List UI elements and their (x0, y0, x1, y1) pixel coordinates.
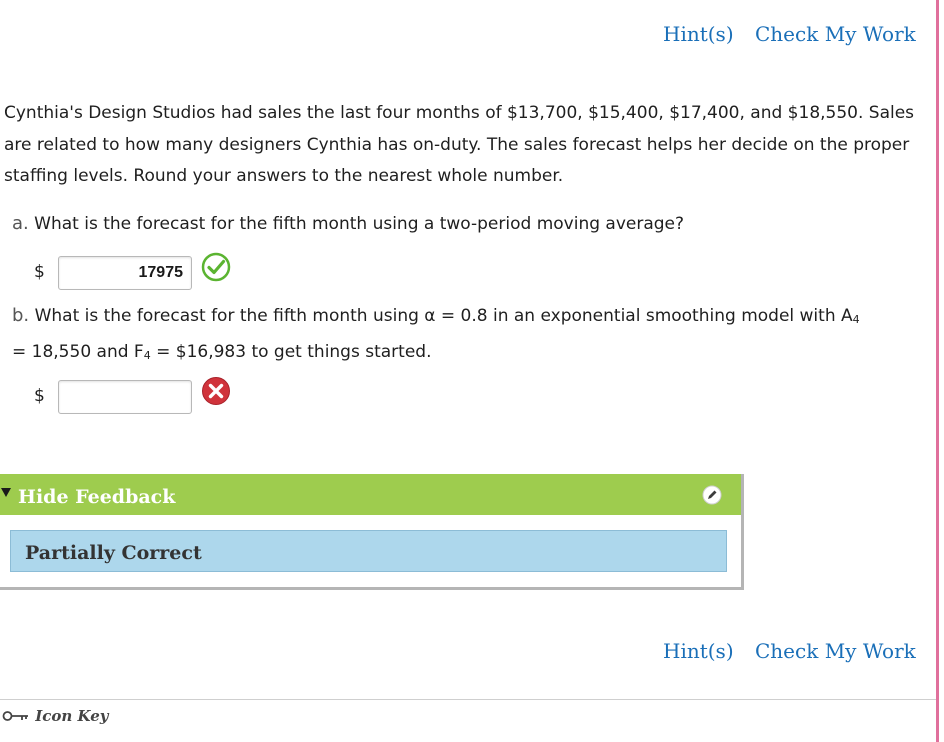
hints-link-bottom[interactable]: Hint(s) (663, 639, 734, 663)
question-b-text-3: = $16,983 to get things started. (150, 342, 432, 362)
pencil-icon (702, 485, 722, 505)
feedback-result: Partially Correct (10, 530, 727, 572)
icon-key-label: Icon Key (35, 707, 109, 725)
check-my-work-link-bottom[interactable]: Check My Work (755, 639, 916, 663)
page-edge-accent (936, 0, 939, 742)
footer-divider (0, 699, 936, 700)
feedback-title: Hide Feedback (18, 486, 176, 508)
answer-a-input[interactable] (58, 256, 192, 290)
feedback-panel: Hide Feedback Partially Correct (0, 474, 744, 590)
x-circle-icon (202, 377, 230, 405)
question-b-sub-1: 4 (852, 313, 860, 326)
feedback-result-text: Partially Correct (25, 542, 202, 564)
triangle-down-icon (1, 488, 11, 497)
check-my-work-link[interactable]: Check My Work (755, 22, 916, 46)
problem-statement: Cynthia's Design Studios had sales the l… (4, 103, 915, 186)
currency-symbol: $ (34, 262, 45, 282)
key-icon (2, 711, 28, 721)
hide-feedback-toggle[interactable]: Hide Feedback (0, 474, 741, 515)
currency-symbol: $ (34, 386, 45, 406)
check-circle-icon (201, 252, 231, 282)
question-a-letter: a. (12, 213, 29, 234)
answer-b-input[interactable] (58, 380, 192, 414)
question-b-letter: b. (12, 305, 30, 326)
question-a: a. What is the forecast for the fifth mo… (12, 208, 684, 240)
question-b-sub-2: 4 (143, 349, 151, 362)
hints-link[interactable]: Hint(s) (663, 22, 734, 46)
question-a-text: What is the forecast for the fifth month… (34, 214, 685, 234)
icon-key-link[interactable]: Icon Key (2, 707, 108, 725)
question-b-text-1: What is the forecast for the fifth month… (34, 306, 853, 326)
question-b-text-2: = 18,550 and F (12, 342, 144, 362)
question-b: b. What is the forecast for the fifth mo… (12, 300, 927, 372)
